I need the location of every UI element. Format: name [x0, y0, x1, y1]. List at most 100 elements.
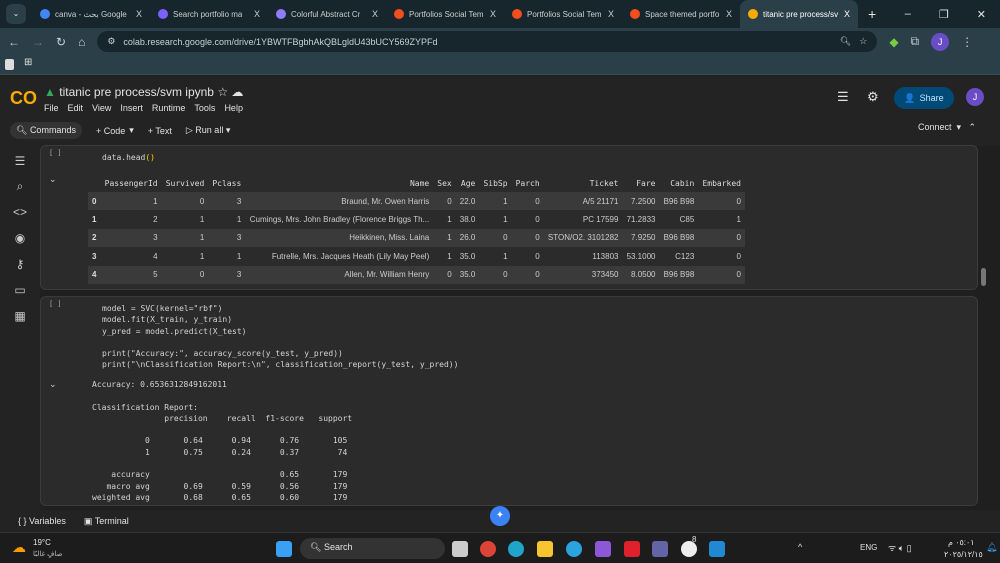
notebook-title-text[interactable]: titanic pre process/svm ipynb [59, 85, 214, 99]
language-indicator[interactable]: ENG [860, 543, 877, 552]
apps-icon[interactable]: ⊞ [24, 57, 32, 68]
url-bar[interactable]: ⚙ colab.research.google.com/drive/1YBWTF… [97, 31, 878, 52]
collapse-output-icon[interactable]: ⌄ [49, 379, 57, 390]
zoom-icon[interactable]: 🔍︎ [840, 36, 851, 47]
menu-tools[interactable]: Tools [194, 103, 215, 113]
tab-close-icon[interactable]: X [844, 9, 850, 19]
clock-date[interactable]: ٢٠٢٥/١٢/١٥ [944, 550, 983, 559]
temperature[interactable]: 19°C [33, 538, 51, 547]
run-cell-button[interactable]: [ ] [49, 300, 62, 308]
browser-menu-icon[interactable]: ⋮ [961, 35, 973, 49]
secrets-icon[interactable]: ◉ [13, 231, 27, 245]
tab-title: Portfolios Social Tem [527, 9, 602, 19]
extensions-puzzle-icon[interactable]: ⧉ [911, 34, 920, 49]
edge-icon[interactable] [508, 541, 524, 557]
files-folder-icon[interactable]: ▭ [13, 283, 27, 297]
forward-icon[interactable]: → [32, 35, 44, 49]
tab-search-button[interactable]: ⌄ [6, 4, 26, 24]
close-window-button[interactable]: ✕ [977, 8, 986, 21]
terminal-button[interactable]: ▣ Terminal [84, 516, 129, 527]
tab-favicon-icon [512, 9, 522, 19]
tab-close-icon[interactable]: X [490, 9, 496, 19]
code-snippets-icon[interactable]: <> [13, 205, 27, 219]
file-explorer-icon[interactable] [537, 541, 553, 557]
code-cell-svm[interactable]: [ ] ⌄ model = SVC(kernel="rbf") model.fit… [40, 296, 978, 506]
table-cell: 1 [479, 247, 512, 266]
weather-text[interactable]: صافٍ غالبًا [33, 550, 62, 558]
colab-logo[interactable]: CO [10, 88, 37, 109]
site-info-icon[interactable]: ⚙ [107, 36, 115, 47]
cell-code[interactable]: model = SVC(kernel="rbf") model.fit(X_tra… [102, 303, 458, 371]
star-icon[interactable]: ☆ [217, 85, 228, 99]
browser-tab[interactable]: canva - بحث Google X [32, 0, 150, 28]
start-icon[interactable] [276, 541, 292, 557]
data-table-icon[interactable]: ▦ [13, 309, 27, 323]
menu-file[interactable]: File [44, 103, 59, 113]
reload-icon[interactable]: ↻ [56, 35, 66, 49]
wps-office-icon[interactable] [624, 541, 640, 557]
browser-tab[interactable]: Space themed portfo X [622, 0, 740, 28]
visual-studio-icon[interactable] [595, 541, 611, 557]
menu-view[interactable]: View [92, 103, 111, 113]
clock-time[interactable]: ٠٥:٠١ م [948, 538, 975, 547]
add-text-button[interactable]: + Text [148, 126, 172, 136]
comments-icon[interactable]: ☰ [837, 89, 849, 105]
tab-close-icon[interactable]: X [136, 9, 142, 19]
tab-groups-icon[interactable] [5, 59, 14, 70]
people-icon: 👤 [904, 92, 916, 103]
url-text[interactable]: colab.research.google.com/drive/1YBWTFBg… [123, 37, 437, 47]
notifications-icon[interactable]: 🔔︎ [986, 542, 997, 553]
add-code-dropdown-icon[interactable]: ▾ [129, 125, 134, 136]
home-icon[interactable]: ⌂ [78, 35, 85, 49]
vscode-icon[interactable] [709, 541, 725, 557]
chrome-icon[interactable] [480, 541, 496, 557]
scrollbar-thumb[interactable] [981, 268, 986, 286]
tab-close-icon[interactable]: X [608, 9, 614, 19]
notebook-title[interactable]: ▲ titanic pre process/svm ipynb ☆ ☁ [44, 85, 243, 99]
extension-icon[interactable]: ◆ [889, 35, 898, 49]
cell-code[interactable]: data.head() [102, 152, 155, 163]
browser-tab[interactable]: titanic pre process/sv X [740, 0, 858, 28]
telegram-icon[interactable] [566, 541, 582, 557]
collapse-output-icon[interactable]: ⌄ [49, 174, 57, 185]
drive-icon: ▲ [44, 85, 56, 99]
tab-close-icon[interactable]: X [254, 9, 260, 19]
commands-button[interactable]: 🔍︎ Commands [10, 122, 82, 139]
share-button[interactable]: 👤 Share [894, 87, 954, 109]
column-header: Parch [515, 178, 540, 188]
find-icon[interactable]: ⌕ [13, 179, 27, 193]
taskbar-search[interactable]: 🔍︎ Search [300, 538, 445, 559]
run-all-button[interactable]: ▷ Run all ▾ [186, 125, 230, 136]
restore-button[interactable]: ❐ [939, 8, 949, 21]
profile-avatar[interactable]: J [931, 32, 950, 51]
settings-gear-icon[interactable]: ⚙ [867, 89, 879, 105]
key-icon[interactable]: ⚷ [13, 257, 27, 271]
bookmark-star-icon[interactable]: ☆ [859, 36, 867, 47]
add-code-button[interactable]: + Code [96, 126, 125, 136]
connect-button[interactable]: Connect ▾ ⌃ [918, 122, 976, 133]
menu-insert[interactable]: Insert [120, 103, 143, 113]
browser-tab[interactable]: Colorful Abstract Cr X [268, 0, 386, 28]
tab-close-icon[interactable]: X [372, 9, 378, 19]
back-icon[interactable]: ← [8, 35, 20, 49]
code-cell-data-head[interactable]: [ ] ⌄ data.head() PassengerId Survived Pcl… [40, 145, 978, 290]
left-sidebar: ☰ ⌕ <> ◉ ⚷ ▭ ▦ [0, 146, 40, 510]
menu-runtime[interactable]: Runtime [152, 103, 186, 113]
user-avatar[interactable]: J [966, 88, 984, 106]
new-tab-button[interactable]: + [868, 6, 876, 22]
variables-button[interactable]: { } Variables [18, 516, 66, 526]
browser-tab[interactable]: Portfolios Social Tem X [386, 0, 504, 28]
tab-close-icon[interactable]: X [726, 9, 732, 19]
tray-chevron-icon[interactable]: ^ [798, 542, 802, 552]
table-of-contents-icon[interactable]: ☰ [13, 154, 27, 168]
run-cell-button[interactable]: [ ] [49, 149, 62, 157]
gemini-button[interactable]: ✦ [490, 506, 510, 526]
browser-tab[interactable]: Portfolios Social Tem X [504, 0, 622, 28]
wifi-volume-battery-icons[interactable]: ᯤ 🔈︎ ▯ [888, 541, 912, 554]
teams-icon[interactable] [652, 541, 668, 557]
menu-edit[interactable]: Edit [68, 103, 84, 113]
task-view-icon[interactable] [452, 541, 468, 557]
menu-help[interactable]: Help [224, 103, 243, 113]
minimize-button[interactable]: – [905, 8, 911, 21]
browser-tab[interactable]: Search portfolio ma X [150, 0, 268, 28]
